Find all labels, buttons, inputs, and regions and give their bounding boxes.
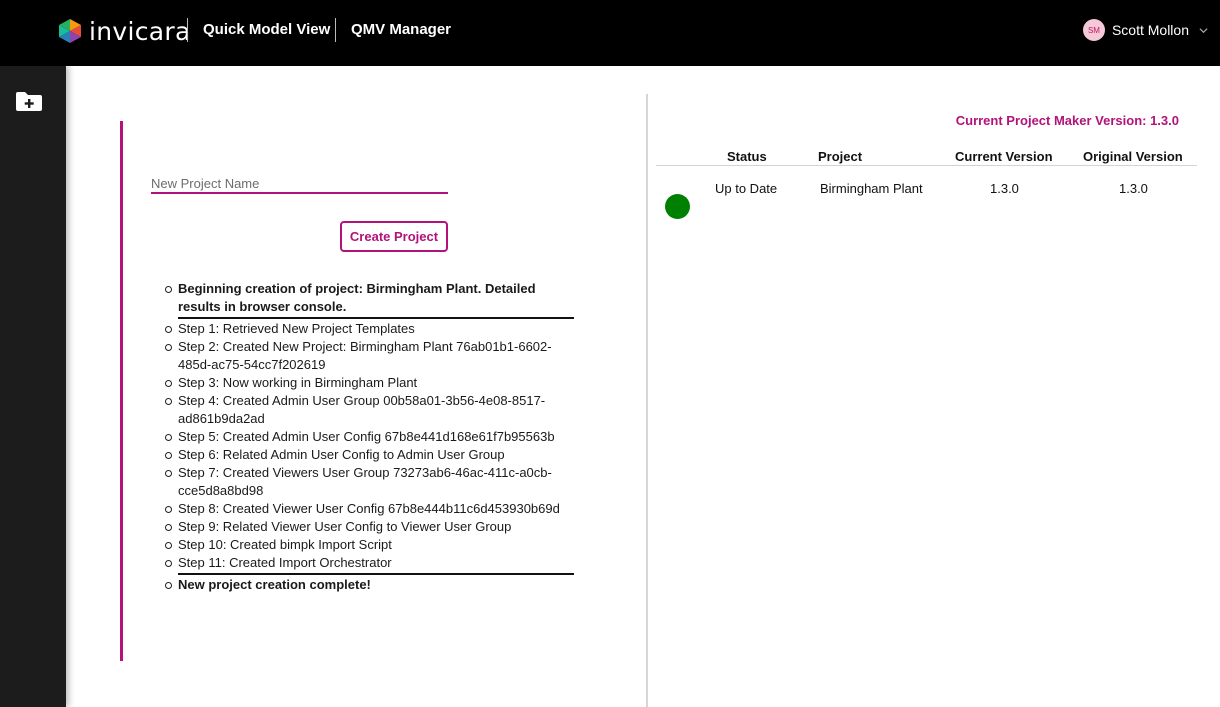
log-step: Step 2: Created New Project: Birmingham … <box>162 338 574 374</box>
status-indicator <box>665 194 690 219</box>
log-step: Step 1: Retrieved New Project Templates <box>162 320 574 338</box>
folder-plus-icon[interactable] <box>15 90 43 112</box>
projects-table: Status Project Current Version Original … <box>656 147 1197 219</box>
log-step: Step 7: Created Viewers User Group 73273… <box>162 464 574 500</box>
header-separator <box>335 18 336 42</box>
create-project-button[interactable]: Create Project <box>340 221 448 252</box>
log-step: Step 8: Created Viewer User Config 67b8e… <box>162 500 574 518</box>
creation-log: Beginning creation of project: Birmingha… <box>162 280 574 594</box>
user-name: Scott Mollon <box>1111 22 1189 38</box>
log-step: Step 4: Created Admin User Group 00b58a0… <box>162 392 574 428</box>
log-step: Step 6: Related Admin User Config to Adm… <box>162 446 574 464</box>
table-header: Status Project Current Version Original … <box>656 147 1197 166</box>
chevron-down-icon <box>1199 27 1208 33</box>
top-bar: invicara Quick Model View QMV Manager SM… <box>0 0 1220 66</box>
column-header-project: Project <box>818 149 863 164</box>
current-version-cell: 1.3.0 <box>990 181 1019 196</box>
project-maker-version: Current Project Maker Version: 1.3.0 <box>955 113 1179 128</box>
column-header-current-version: Current Version <box>955 149 1053 164</box>
log-divider <box>178 573 574 575</box>
sidebar <box>0 66 66 707</box>
invicara-logo[interactable]: invicara <box>59 16 191 46</box>
log-step: Step 5: Created Admin User Config 67b8e4… <box>162 428 574 446</box>
panel-divider <box>646 94 648 707</box>
log-step: Step 9: Related Viewer User Config to Vi… <box>162 518 574 536</box>
log-step: Step 11: Created Import Orchestrator <box>162 554 574 572</box>
page-name[interactable]: QMV Manager <box>351 21 451 38</box>
project-cell: Birmingham Plant <box>820 181 923 196</box>
log-step: Step 3: Now working in Birmingham Plant <box>162 374 574 392</box>
avatar: SM <box>1082 19 1105 41</box>
project-name-input[interactable] <box>151 174 448 194</box>
table-row[interactable]: Up to Date Birmingham Plant 1.3.0 1.3.0 <box>656 166 1197 219</box>
user-menu[interactable]: SM Scott Mollon <box>1082 19 1208 41</box>
logo-text: invicara <box>89 16 191 46</box>
status-cell: Up to Date <box>715 181 778 196</box>
log-footer: New project creation complete! <box>162 576 574 594</box>
log-header: Beginning creation of project: Birmingha… <box>162 280 574 316</box>
invicara-logo-icon <box>59 19 81 43</box>
original-version-cell: 1.3.0 <box>1119 181 1148 196</box>
panel-accent-bar <box>120 121 123 661</box>
app-name[interactable]: Quick Model View <box>203 21 330 38</box>
log-divider <box>178 317 574 319</box>
log-step: Step 10: Created bimpk Import Script <box>162 536 574 554</box>
column-header-status: Status <box>727 149 767 164</box>
header-separator <box>187 18 188 42</box>
column-header-original-version: Original Version <box>1083 149 1183 164</box>
